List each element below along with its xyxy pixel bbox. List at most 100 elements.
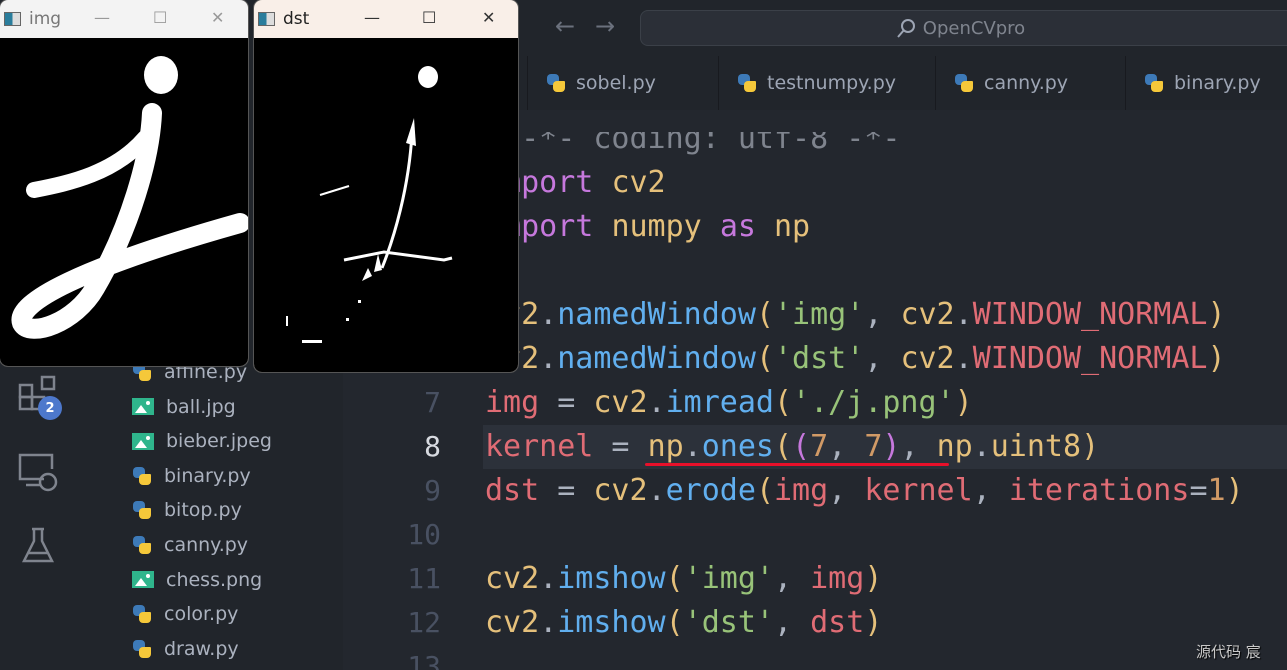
code-token: . <box>954 297 973 332</box>
file-item[interactable]: binary.py <box>132 459 251 493</box>
file-item[interactable]: canny.py <box>132 528 248 562</box>
code-line[interactable]: img = cv2.imread('./j.png') <box>485 381 973 425</box>
code-token: 'img' <box>683 561 774 596</box>
python-icon <box>132 466 152 486</box>
code-token: . <box>539 605 558 640</box>
line-number: 7 <box>424 386 441 419</box>
code-token: ) <box>882 429 901 464</box>
code-token: imshow <box>557 561 666 596</box>
file-name: canny.py <box>164 534 249 556</box>
line-number: 12 <box>407 606 441 639</box>
workspace-name: OpenCVpro <box>922 17 1026 39</box>
search-icon <box>897 19 915 38</box>
code-token: = <box>1189 473 1208 508</box>
line-number: 11 <box>407 562 441 595</box>
python-icon <box>1144 73 1164 93</box>
code-line[interactable]: cv2.namedWindow('dst', cv2.WINDOW_NORMAL… <box>485 337 1226 381</box>
file-name: chess.png <box>166 568 263 591</box>
code-token: . <box>539 341 558 376</box>
code-token: 'dst' <box>683 605 774 640</box>
code-token: ( <box>665 561 684 596</box>
code-line[interactable]: cv2.imshow('img', img) <box>485 557 882 601</box>
code-token: . <box>539 297 558 332</box>
code-token: . <box>647 473 666 508</box>
file-item[interactable]: color.py <box>132 597 238 631</box>
tab-label: testnumpy.py <box>767 72 897 94</box>
code-token: ( <box>774 429 793 464</box>
tab-canny[interactable]: canny.py <box>935 56 1068 110</box>
code-token: . <box>972 429 991 464</box>
file-item[interactable]: bieber.jpeg <box>132 424 272 458</box>
code-token: 7 <box>810 429 829 464</box>
code-token: , <box>828 429 865 464</box>
code-token: . <box>647 385 666 420</box>
minimize-button[interactable]: — <box>94 8 110 27</box>
code-token: namedWindow <box>557 297 756 332</box>
close-button[interactable]: ✕ <box>482 8 495 27</box>
line-number: 10 <box>407 518 441 551</box>
code-token: WINDOW_NORMAL <box>972 341 1208 376</box>
code-line[interactable]: cv2.imshow('dst', dst) <box>485 601 882 645</box>
command-center-search[interactable]: OpenCVpro <box>640 10 1287 46</box>
code-token: 'dst' <box>774 341 865 376</box>
code-token: 'img' <box>774 297 865 332</box>
tab-testnumpy[interactable]: testnumpy.py <box>718 56 896 110</box>
code-line[interactable]: cv2.namedWindow('img', cv2.WINDOW_NORMAL… <box>485 293 1226 337</box>
code-token: ( <box>755 297 774 332</box>
file-name: ball.jpg <box>166 395 236 418</box>
tab-binary[interactable]: binary.py <box>1125 56 1261 110</box>
testing-flask-icon[interactable] <box>18 526 58 566</box>
remote-explorer-icon[interactable] <box>18 452 58 492</box>
editor-tab-bar: sobel.py testnumpy.py canny.py binary.py <box>480 56 1287 110</box>
code-token: ) <box>954 385 973 420</box>
code-token: , <box>864 297 901 332</box>
image-file-icon <box>132 432 154 450</box>
minimize-button[interactable]: — <box>364 8 380 27</box>
code-token: . <box>539 561 558 596</box>
tab-label: binary.py <box>1174 72 1261 94</box>
file-item[interactable]: bitop.py <box>132 493 242 527</box>
window-title-bar[interactable]: dst — ☐ ✕ <box>254 0 518 38</box>
tab-sobel[interactable]: sobel.py <box>527 56 656 110</box>
eroded-j-image <box>286 66 453 343</box>
code-token: img <box>485 385 540 420</box>
code-token: imshow <box>557 605 666 640</box>
file-item[interactable]: ball.jpg <box>132 390 236 424</box>
maximize-button[interactable]: ☐ <box>153 8 167 27</box>
file-item[interactable]: chess.png <box>132 563 262 597</box>
code-token: ones <box>701 429 774 464</box>
code-token: numpy <box>611 209 702 244</box>
file-name: binary.py <box>164 464 251 487</box>
image-canvas-original <box>0 38 248 366</box>
python-icon <box>132 500 152 520</box>
forward-button[interactable]: → <box>595 12 615 40</box>
code-token: iterations <box>1008 473 1190 508</box>
code-token: uint8 <box>990 429 1082 464</box>
opencv-window-img[interactable]: img — ☐ ✕ <box>0 0 248 366</box>
code-token: kernel <box>864 473 973 508</box>
image-file-icon <box>132 571 154 589</box>
python-icon <box>132 639 152 659</box>
window-title: dst <box>283 9 310 29</box>
file-item[interactable]: draw.py <box>132 632 239 666</box>
file-name: draw.py <box>164 637 239 660</box>
code-token: ( <box>665 605 684 640</box>
code-token: ) <box>864 561 883 596</box>
opencv-window-dst[interactable]: dst — ☐ ✕ <box>254 0 518 372</box>
code-token: ) <box>864 605 883 640</box>
back-button[interactable]: ← <box>555 12 575 40</box>
code-token: './j.png' <box>792 385 955 420</box>
code-token: cv2 <box>900 341 955 376</box>
maximize-button[interactable]: ☐ <box>422 8 436 27</box>
window-title-bar[interactable]: img — ☐ ✕ <box>0 0 248 38</box>
code-line[interactable]: import numpy as np <box>485 205 810 249</box>
code-line[interactable]: dst = cv2.erode(img, kernel, iterations=… <box>485 469 1244 513</box>
close-button[interactable]: ✕ <box>211 8 224 27</box>
watermark-text: 源代码 宸 <box>1196 643 1261 661</box>
line-number: 13 <box>407 650 441 670</box>
code-token: ( <box>792 429 811 464</box>
code-line[interactable]: kernel = np.ones((7, 7), np.uint8) <box>485 425 1099 469</box>
code-token: np <box>936 429 973 464</box>
